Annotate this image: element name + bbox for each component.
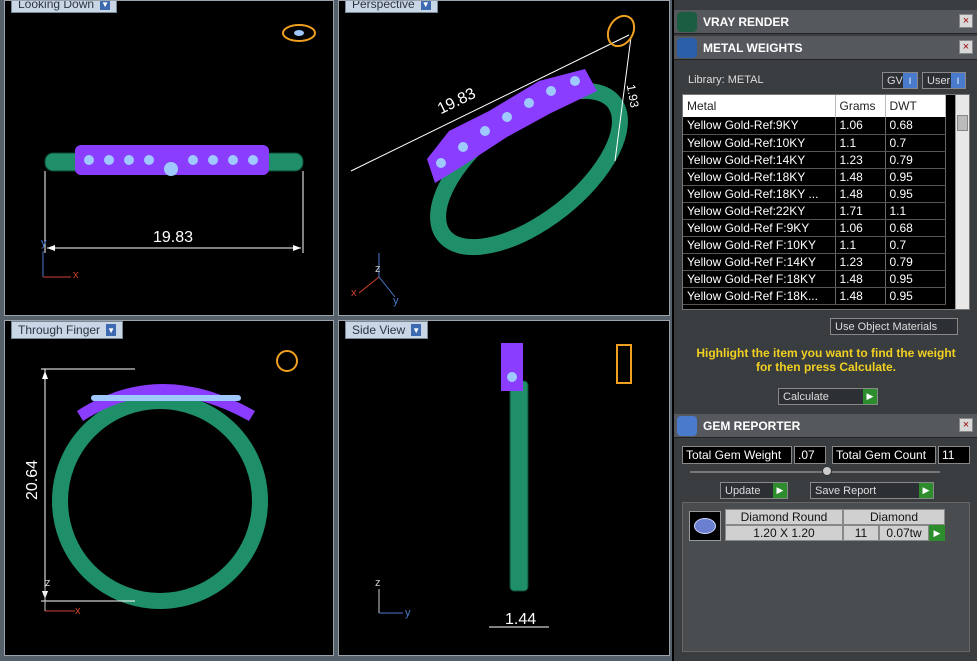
table-row[interactable]: Yellow Gold-Ref F:9KY 1.06 0.68 xyxy=(683,219,946,237)
user-toggle[interactable]: User I xyxy=(922,72,966,89)
metal-weight-table: Metal Grams DWT Yellow Gold-Ref:9KY 1.06 0… xyxy=(683,95,946,305)
ring-top-view xyxy=(42,24,316,278)
axis-y-label: y xyxy=(41,237,47,249)
gem-material: Diamond xyxy=(843,509,945,525)
viewport-label-button[interactable]: Perspective ▼ xyxy=(345,1,438,13)
table-row[interactable]: Yellow Gold-Ref:22KY 1.71 1.1 xyxy=(683,202,946,220)
close-icon[interactable]: × xyxy=(959,14,973,28)
column-header-dwt[interactable]: DWT xyxy=(885,95,946,117)
axis-x-label: x xyxy=(75,605,81,617)
axis-z-label: z xyxy=(45,577,51,589)
viewport-area: Looking Down ▼ 19.83 y x Perspective ▼ 19.… xyxy=(0,0,672,661)
hint-text: Highlight the item you want to find the … xyxy=(696,346,956,374)
chevron-down-icon[interactable]: ▼ xyxy=(411,324,422,336)
chevron-down-icon[interactable]: ▼ xyxy=(106,324,117,336)
use-object-materials-checkbox[interactable]: Use Object Materials xyxy=(830,318,958,335)
dimension-label: 1.44 xyxy=(505,611,537,628)
close-icon[interactable]: × xyxy=(959,40,973,54)
table-scrollbar[interactable] xyxy=(955,95,969,309)
gem-list: Diamond Round 1.20 X 1.20 Diamond 11 0.0… xyxy=(682,502,970,652)
column-header-grams[interactable]: Grams xyxy=(835,95,886,117)
gem-size: 1.20 X 1.20 xyxy=(725,525,843,541)
flask-icon xyxy=(677,37,697,58)
table-row[interactable]: Yellow Gold-Ref:9KY 1.06 0.68 xyxy=(683,117,946,135)
axis-y-label: y xyxy=(405,607,411,619)
column-header-metal[interactable]: Metal xyxy=(683,95,836,117)
axis-x-label: x xyxy=(351,287,357,299)
table-row[interactable]: Yellow Gold-Ref:14KY 1.23 0.79 xyxy=(683,151,946,169)
library-label: Library: METAL xyxy=(688,74,764,86)
chevron-down-icon[interactable]: ▼ xyxy=(100,1,111,10)
scroll-thumb[interactable] xyxy=(957,115,968,131)
gem-slider[interactable] xyxy=(690,471,940,473)
table-row[interactable]: Yellow Gold-Ref F:18KY 1.48 0.95 xyxy=(683,270,946,288)
axis-z-label: z xyxy=(375,263,381,275)
total-gem-weight-value: .07 xyxy=(794,446,826,464)
viewport-side-view[interactable]: Side View ▼ 1.44 z y xyxy=(338,320,670,656)
list-item[interactable]: Diamond Round 1.20 X 1.20 Diamond 11 0.0… xyxy=(687,509,955,543)
viewport-through-finger[interactable]: Through Finger ▼ 20.64 z x xyxy=(4,320,334,656)
diamond-round-icon xyxy=(689,511,721,541)
ring-front-view xyxy=(41,350,298,612)
dimension-label: 19.83 xyxy=(153,229,194,246)
play-icon: ▶ xyxy=(773,483,787,498)
vray-icon xyxy=(677,11,697,32)
viewport-looking-down[interactable]: Looking Down ▼ 19.83 y x xyxy=(4,0,334,316)
calculate-button[interactable]: Calculate ▶ xyxy=(778,388,878,405)
table-row[interactable]: Yellow Gold-Ref F:14KY 1.23 0.79 xyxy=(683,253,946,271)
total-gem-weight-label: Total Gem Weight xyxy=(682,446,792,464)
axis-z-label: z xyxy=(375,577,381,589)
dimension-label: 20.64 xyxy=(24,459,42,501)
metal-weights-header[interactable]: METAL WEIGHTS × xyxy=(674,36,977,60)
viewport-label-button[interactable]: Through Finger ▼ xyxy=(11,321,124,339)
total-gem-count-label: Total Gem Count xyxy=(832,446,936,464)
save-report-button[interactable]: Save Report ▶ xyxy=(810,482,934,499)
table-row[interactable]: Yellow Gold-Ref:18KY ... 1.48 0.95 xyxy=(683,185,946,203)
viewport-label-button[interactable]: Looking Down ▼ xyxy=(11,1,118,13)
total-gem-count-value: 11 xyxy=(938,446,970,464)
chevron-down-icon[interactable]: ▼ xyxy=(420,1,431,10)
gem-weight: 0.07tw xyxy=(879,525,929,541)
close-icon[interactable]: × xyxy=(959,418,973,432)
table-row[interactable]: Yellow Gold-Ref:18KY 1.48 0.95 xyxy=(683,168,946,186)
slider-thumb-icon[interactable] xyxy=(822,466,832,476)
table-header-row: Metal Grams DWT xyxy=(683,95,946,117)
side-panel: VRAY RENDER × METAL WEIGHTS × Library: M… xyxy=(674,0,977,661)
gem-play-button[interactable]: ▶ xyxy=(929,525,945,541)
ring-side-view xyxy=(378,343,632,628)
viewport-label-button[interactable]: Side View ▼ xyxy=(345,321,429,339)
table-row[interactable]: Yellow Gold-Ref F:18K... 1.48 0.95 xyxy=(683,287,946,305)
gv-toggle[interactable]: GV I xyxy=(882,72,918,89)
table-row[interactable]: Yellow Gold-Ref F:10KY 1.1 0.7 xyxy=(683,236,946,254)
ring-perspective-view xyxy=(350,14,636,298)
table-row[interactable]: Yellow Gold-Ref:10KY 1.1 0.7 xyxy=(683,134,946,152)
gem-shape: Diamond Round xyxy=(725,509,843,525)
vray-render-header[interactable]: VRAY RENDER × xyxy=(674,10,977,34)
axis-y-label: y xyxy=(393,295,399,307)
play-icon: ▶ xyxy=(919,483,933,498)
viewport-perspective[interactable]: Perspective ▼ 19.83 1.93 z x y xyxy=(338,0,670,316)
axis-x-label: x xyxy=(73,269,79,281)
metal-table: Metal Grams DWT Yellow Gold-Ref:9KY 1.06 0… xyxy=(682,94,970,310)
report-icon xyxy=(677,415,697,436)
gem-reporter-header[interactable]: GEM REPORTER × xyxy=(674,414,977,438)
gem-count: 11 xyxy=(843,525,879,541)
play-icon: ▶ xyxy=(863,389,877,404)
update-button[interactable]: Update ▶ xyxy=(720,482,788,499)
